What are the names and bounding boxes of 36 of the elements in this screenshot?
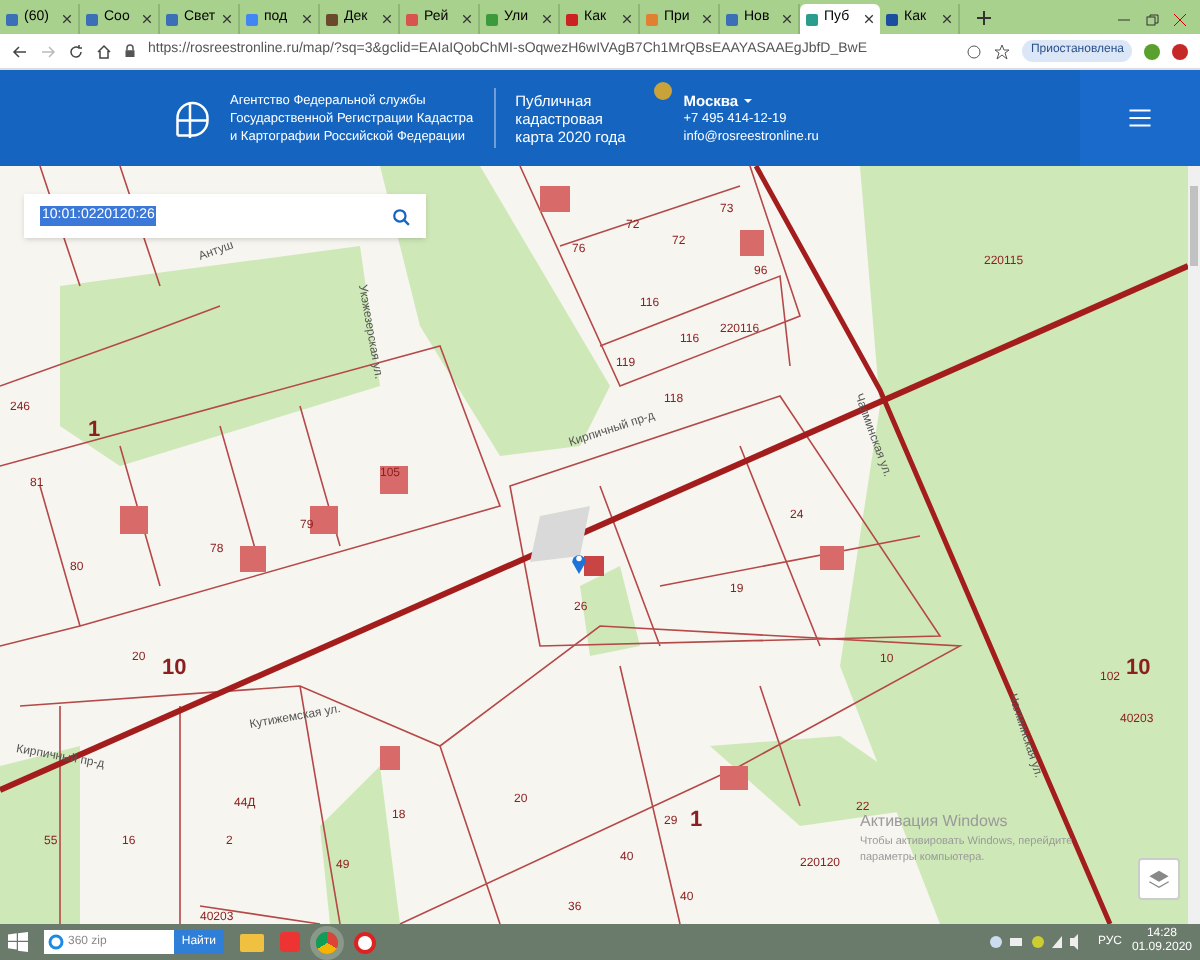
back-icon — [12, 43, 28, 59]
close-icon[interactable] — [622, 14, 632, 24]
folder-icon[interactable] — [240, 933, 264, 951]
reload-icon — [68, 43, 84, 59]
browser-icon — [48, 934, 64, 950]
home-icon — [96, 43, 112, 59]
close-icon[interactable] — [462, 14, 472, 24]
parcel-number: 10 — [1126, 654, 1151, 684]
windows-start-icon[interactable] — [8, 932, 28, 952]
close-icon[interactable] — [382, 14, 392, 24]
close-icon[interactable] — [864, 14, 874, 24]
restore-icon — [1144, 12, 1160, 28]
close-icon[interactable] — [142, 14, 152, 24]
avatar-icon[interactable] — [1144, 43, 1160, 59]
close-icon[interactable] — [62, 14, 72, 24]
close-icon[interactable] — [222, 14, 232, 24]
new-tab-icon[interactable] — [976, 10, 992, 26]
close-icon[interactable] — [542, 14, 552, 24]
emblem-icon — [653, 82, 672, 100]
activation-title: Активация Windows — [860, 810, 1010, 834]
parcel-number: 1 — [690, 806, 703, 836]
lock-icon — [124, 44, 136, 58]
caret-icon — [744, 97, 753, 103]
close-icon[interactable] — [702, 14, 712, 24]
layers-icon — [1148, 868, 1170, 890]
close-icon — [1172, 12, 1188, 28]
close-icon[interactable] — [942, 14, 952, 24]
parcel-number: 10 — [162, 654, 187, 684]
parcel-number: 1 — [88, 416, 101, 446]
close-icon[interactable] — [782, 14, 792, 24]
star-icon — [994, 43, 1011, 59]
location-pin-icon — [570, 550, 588, 574]
search-icon[interactable] — [392, 207, 410, 225]
close-icon[interactable] — [302, 14, 312, 24]
layers-button[interactable] — [1138, 858, 1180, 900]
forward-icon — [40, 43, 56, 59]
